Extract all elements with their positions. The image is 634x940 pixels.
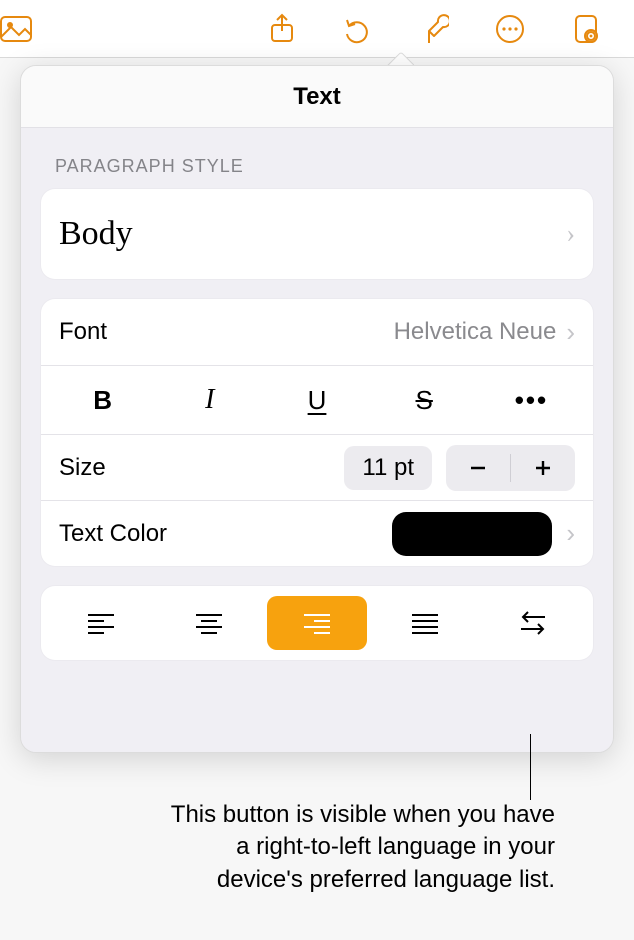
alignment-row [41, 586, 593, 660]
font-value: Helvetica Neue [394, 318, 557, 346]
callout-text: This button is visible when you have a r… [165, 799, 555, 896]
underline-button[interactable]: U [263, 378, 370, 422]
align-left-button[interactable] [51, 596, 151, 650]
popover-title: Text [21, 66, 613, 128]
font-style-row: B I U S ••• [41, 365, 593, 434]
size-stepper [446, 445, 575, 491]
more-button[interactable] [490, 9, 530, 49]
paragraph-style-row[interactable]: Body › [41, 189, 593, 279]
size-decrease-button[interactable] [446, 445, 510, 491]
document-settings-button[interactable] [566, 9, 606, 49]
font-label: Font [59, 318, 107, 346]
format-popover: Text PARAGRAPH STYLE Body › Font Helveti… [20, 65, 614, 753]
popover-body: PARAGRAPH STYLE Body › Font Helvetica Ne… [21, 128, 613, 752]
font-row[interactable]: Font Helvetica Neue › [41, 299, 593, 365]
popover-arrow [386, 50, 414, 66]
paragraph-style-card: Body › [41, 189, 593, 279]
undo-button[interactable] [338, 9, 378, 49]
paragraph-style-label: PARAGRAPH STYLE [55, 156, 589, 177]
callout-leader-line [530, 734, 531, 800]
chevron-right-icon: › [566, 317, 575, 348]
paragraph-style-value: Body [59, 215, 133, 253]
strikethrough-button[interactable]: S [371, 378, 478, 422]
size-increase-button[interactable] [511, 445, 575, 491]
text-color-row[interactable]: Text Color › [41, 500, 593, 566]
bold-button[interactable]: B [49, 378, 156, 422]
text-color-swatch[interactable] [392, 512, 552, 556]
size-label: Size [59, 454, 106, 482]
align-center-button[interactable] [159, 596, 259, 650]
text-color-label: Text Color [59, 520, 167, 548]
align-justify-button[interactable] [375, 596, 475, 650]
size-row: Size 11 pt [41, 434, 593, 500]
chevron-right-icon: › [566, 219, 575, 249]
format-button[interactable] [414, 9, 454, 49]
align-right-button[interactable] [267, 596, 367, 650]
size-value[interactable]: 11 pt [344, 446, 432, 490]
more-styles-button[interactable]: ••• [478, 378, 585, 422]
app-toolbar [0, 0, 634, 58]
text-direction-button[interactable] [483, 596, 583, 650]
chevron-right-icon: › [566, 518, 575, 549]
share-button[interactable] [262, 9, 302, 49]
italic-button[interactable]: I [156, 378, 263, 422]
font-card: Font Helvetica Neue › B I U S ••• Size 1… [41, 299, 593, 566]
media-button[interactable] [0, 9, 36, 49]
